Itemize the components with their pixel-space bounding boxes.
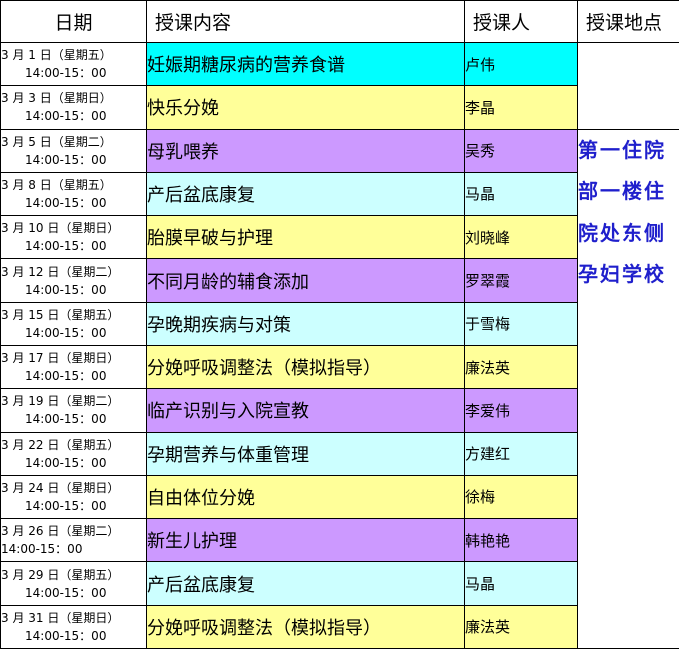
header-row: 日期 授课内容 授课人 授课地点 [0, 0, 679, 43]
table-row: 3 月 22 日（星期五） 14:00-15：00 孕期营养与体重管理 方建红 [0, 431, 679, 476]
time-text: 14:00-15：00 [25, 498, 107, 513]
teacher-cell: 李爱伟 [464, 388, 578, 433]
date-text: 3 月 1 日（星期五） [1, 48, 112, 63]
header-teacher: 授课人 [464, 0, 578, 43]
table-row: 3 月 1 日（星期五） 14:00-15：00 妊娠期糖尿病的营养食谱 卢伟 [0, 41, 679, 130]
topic-cell: 妊娠期糖尿病的营养食谱 [146, 41, 465, 87]
time-text: 14:00-15：00 [25, 585, 107, 600]
header-date: 日期 [0, 0, 147, 43]
time-text: 14:00-15：00 [25, 325, 107, 340]
topic-cell: 产后盆底康复 [146, 171, 465, 217]
date-text: 3 月 24 日（星期日） [1, 480, 120, 495]
teacher-cell: 于雪梅 [464, 301, 578, 346]
teacher-cell: 吴秀 [464, 128, 578, 173]
teacher-cell: 韩艳艳 [464, 518, 578, 563]
teacher-cell: 卢伟 [464, 41, 578, 87]
time-text: 14:00-15：00 [25, 66, 107, 81]
date-text: 3 月 29 日（星期五） [1, 567, 120, 582]
table-row: 3 月 15 日（星期五） 14:00-15：00 孕晚期疾病与对策 于雪梅 [0, 301, 679, 346]
place-blank-cell [577, 42, 679, 130]
topic-cell: 快乐分娩 [146, 85, 465, 130]
teacher-cell: 李晶 [464, 85, 578, 130]
time-text: 14:00-15：00 [25, 369, 107, 384]
table-row: 3 月 19 日（星期二） 14:00-15：00 临产识别与入院宣教 李爱伟 [0, 388, 679, 433]
teacher-cell: 徐梅 [464, 474, 578, 520]
date-text: 3 月 22 日（星期五） [1, 437, 120, 452]
teacher-cell: 马晶 [464, 561, 578, 606]
time-text: 14:00-15：00 [25, 109, 107, 124]
date-text: 3 月 19 日（星期二） [1, 394, 120, 409]
time-text: 14:00-15：00 [25, 239, 107, 254]
teacher-cell: 廉法英 [464, 604, 578, 649]
table-row: 3 月 31 日（星期日） 14:00-15：00 分娩呼吸调整法（模拟指导） 廉法英 [0, 604, 679, 649]
date-cell: 3 月 17 日（星期日） 14:00-15：00 [0, 344, 147, 390]
topic-cell: 不同月龄的辅食添加 [146, 258, 465, 303]
place-text: 第一住院部一楼住院处东侧孕妇学校 [578, 137, 666, 287]
date-cell: 3 月 19 日（星期二） 14:00-15：00 [0, 388, 147, 433]
teacher-cell: 廉法英 [464, 344, 578, 390]
date-cell: 3 月 15 日（星期五） 14:00-15：00 [0, 301, 147, 346]
date-cell: 3 月 3 日（星期日） 14:00-15：00 [0, 85, 147, 130]
table-row: 3 月 5 日（星期二） 14:00-15：00 母乳喂养 吴秀 第一住院部一楼住院处东… [0, 128, 679, 649]
table-row: 3 月 3 日（星期日） 14:00-15：00 快乐分娩 李晶 [0, 85, 679, 130]
place-cell: 第一住院部一楼住院处东侧孕妇学校 [577, 128, 679, 649]
table-row: 3 月 17 日（星期日） 14:00-15：00 分娩呼吸调整法（模拟指导） 廉法英 [0, 344, 679, 390]
topic-cell: 母乳喂养 [146, 128, 465, 173]
date-text: 3 月 15 日（星期五） [1, 307, 120, 322]
teacher-cell: 刘晓峰 [464, 215, 578, 260]
table-row: 3 月 24 日（星期日） 14:00-15：00 自由体位分娩 徐梅 [0, 474, 679, 520]
date-text: 3 月 26 日（星期二） [1, 524, 120, 539]
topic-cell: 临产识别与入院宣教 [146, 388, 465, 433]
time-text: 14:00-15：00 [25, 282, 107, 297]
date-text: 3 月 10 日（星期日） [1, 221, 120, 236]
topic-cell: 孕晚期疾病与对策 [146, 301, 465, 346]
date-cell: 3 月 12 日（星期二） 14:00-15：00 [0, 258, 147, 303]
date-cell: 3 月 29 日（星期五） 14:00-15：00 [0, 561, 147, 606]
date-text: 3 月 31 日（星期日） [1, 610, 120, 625]
date-cell: 3 月 24 日（星期日） 14:00-15：00 [0, 474, 147, 520]
teacher-cell: 罗翠霞 [464, 258, 578, 303]
date-cell: 3 月 22 日（星期五） 14:00-15：00 [0, 431, 147, 476]
date-text: 3 月 3 日（星期日） [1, 91, 112, 106]
date-cell: 3 月 5 日（星期二） 14:00-15：00 [0, 128, 147, 173]
time-text: 14:00-15：00 [1, 542, 83, 557]
date-text: 3 月 8 日（星期五） [1, 177, 112, 192]
topic-cell: 胎膜早破与护理 [146, 215, 465, 260]
time-text: 14:00-15：00 [25, 152, 107, 167]
time-text: 14:00-15：00 [25, 628, 107, 643]
topic-cell: 新生儿护理 [146, 518, 465, 563]
date-text: 3 月 17 日（星期日） [1, 351, 120, 366]
topic-cell: 自由体位分娩 [146, 474, 465, 520]
date-cell: 3 月 26 日（星期二） 14:00-15：00 [0, 518, 147, 563]
topic-cell: 孕期营养与体重管理 [146, 431, 465, 476]
date-cell: 3 月 10 日（星期日） 14:00-15：00 [0, 215, 147, 260]
date-cell: 3 月 8 日（星期五） 14:00-15：00 [0, 171, 147, 217]
header-place: 授课地点 [577, 0, 679, 43]
time-text: 14:00-15：00 [25, 195, 107, 210]
schedule-table: 日期 授课内容 授课人 授课地点 3 月 1 日（星期五） 14:00-15：00… [0, 0, 679, 649]
time-text: 14:00-15：00 [25, 455, 107, 470]
table-row: 3 月 29 日（星期五） 14:00-15：00 产后盆底康复 马晶 [0, 561, 679, 606]
date-cell: 3 月 31 日（星期日） 14:00-15：00 [0, 604, 147, 649]
table-row: 3 月 26 日（星期二） 14:00-15：00 新生儿护理 韩艳艳 [0, 518, 679, 563]
teacher-cell: 马晶 [464, 171, 578, 217]
time-text: 14:00-15：00 [25, 412, 107, 427]
date-text: 3 月 5 日（星期二） [1, 134, 112, 149]
topic-cell: 分娩呼吸调整法（模拟指导） [146, 344, 465, 390]
teacher-cell: 方建红 [464, 431, 578, 476]
date-cell: 3 月 1 日（星期五） 14:00-15：00 [0, 41, 147, 87]
topic-cell: 产后盆底康复 [146, 561, 465, 606]
date-text: 3 月 12 日（星期二） [1, 264, 120, 279]
header-topic: 授课内容 [146, 0, 465, 43]
topic-cell: 分娩呼吸调整法（模拟指导） [146, 604, 465, 649]
